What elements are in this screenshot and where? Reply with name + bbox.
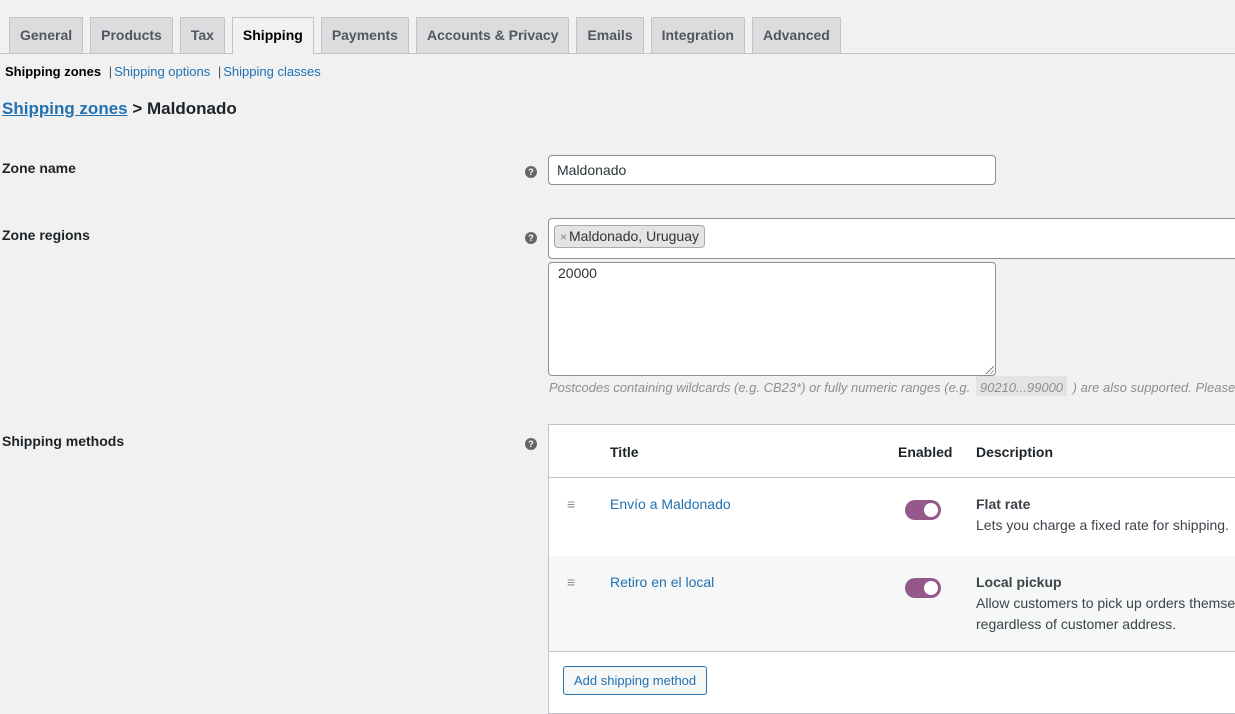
shipping-methods-label: Shipping methods [2,433,125,449]
help-icon[interactable]: ? [525,232,537,244]
breadcrumb-shipping-zones-link[interactable]: Shipping zones [2,99,128,118]
drag-handle-icon[interactable]: ≡ [567,574,575,590]
section-subnav: Shipping zones | Shipping options | Shippi… [5,64,321,80]
tab-shipping[interactable]: Shipping [231,17,314,54]
method-type: Flat rate [976,496,1031,512]
zone-regions-select[interactable]: × Maldonado, Uruguay [548,218,1235,259]
tab-integration[interactable]: Integration [650,17,745,53]
zone-name-label: Zone name [2,160,76,176]
table-row: ≡ Retiro en el local Local pickup Allow … [549,556,1235,651]
tab-general[interactable]: General [9,17,84,53]
resize-handle-icon[interactable] [984,364,994,374]
drag-handle-icon[interactable]: ≡ [567,496,575,512]
enabled-toggle[interactable] [905,500,941,520]
breadcrumb-zone-name: Maldonado [147,99,237,118]
method-description: regardless of customer address. [976,616,1176,632]
shipping-methods-table: Title Enabled Description ≡ Envío a Mald… [548,424,1235,714]
remove-chip-icon[interactable]: × [560,230,567,244]
subnav-shipping-classes[interactable]: Shipping classes [223,64,321,79]
postcodes-help-before: Postcodes containing wildcards (e.g. CB2… [549,380,971,395]
zone-name-input[interactable]: Maldonado [548,155,996,185]
toggle-knob [924,503,938,517]
tab-emails[interactable]: Emails [576,17,644,53]
settings-tabs: General Products Tax Shipping Payments A… [0,17,1235,54]
region-chip-label: Maldonado, Uruguay [569,228,699,244]
subnav-shipping-options[interactable]: Shipping options [114,64,210,79]
help-icon[interactable]: ? [525,438,537,450]
tab-products[interactable]: Products [90,17,173,53]
postcodes-help-after: ) are also supported. Please see [1072,380,1235,395]
subnav-separator: | [217,64,222,79]
method-description: Allow customers to pick up orders themse… [976,595,1235,611]
help-icon[interactable]: ? [525,166,537,178]
postcodes-textarea[interactable]: 20000 [548,262,996,376]
column-enabled: Enabled [898,444,953,460]
postcodes-help-text: Postcodes containing wildcards (e.g. CB2… [549,376,1235,398]
postcodes-help-code: 90210...99000 [975,376,1068,396]
tab-advanced[interactable]: Advanced [751,17,841,53]
zone-regions-label: Zone regions [2,227,90,243]
method-title-link[interactable]: Envío a Maldonado [610,496,731,512]
column-description: Description [976,444,1054,460]
add-shipping-method-button[interactable]: Add shipping method [563,666,708,695]
subnav-shipping-zones[interactable]: Shipping zones [5,64,101,79]
tab-tax[interactable]: Tax [179,17,225,53]
breadcrumb-separator: > [132,99,143,118]
method-description: Lets you charge a fixed rate for shippin… [976,517,1229,533]
column-title: Title [610,444,639,460]
subnav-separator: | [108,64,113,79]
method-type: Local pickup [976,574,1062,590]
table-row: ≡ Envío a Maldonado Flat rate Lets you c… [549,478,1235,556]
breadcrumb: Shipping zones > Maldonado [2,99,237,119]
tab-accounts-privacy[interactable]: Accounts & Privacy [415,17,570,53]
region-chip: × Maldonado, Uruguay [554,225,705,248]
postcodes-value: 20000 [558,265,597,281]
footer-divider [549,651,1235,652]
enabled-toggle[interactable] [905,578,941,598]
tab-payments[interactable]: Payments [320,17,409,53]
toggle-knob [924,581,938,595]
method-title-link[interactable]: Retiro en el local [610,574,714,590]
